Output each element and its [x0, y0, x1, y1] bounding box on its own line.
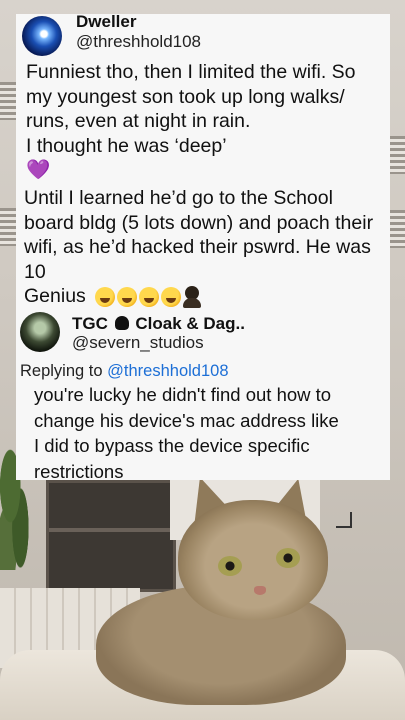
- avatar[interactable]: [22, 16, 62, 56]
- reply-line: change his device's mac address like: [34, 409, 339, 431]
- shelf: [46, 480, 176, 592]
- reply-handle[interactable]: @severn_studios: [72, 333, 204, 353]
- cat-eye-right: [276, 548, 300, 568]
- tweet-line: board bldg (5 lots down) and poach their: [24, 211, 374, 234]
- reply-text: you're lucky he didn't find out how to c…: [34, 382, 339, 484]
- cat-nose: [254, 586, 266, 595]
- hood-icon: [114, 316, 129, 330]
- cat-head: [178, 500, 328, 620]
- reply-name-text: TGC: [72, 314, 108, 333]
- display-name[interactable]: Dweller: [76, 12, 136, 32]
- tweet-line: runs, even at night in rain.: [26, 110, 251, 132]
- light-switch: [336, 512, 352, 528]
- cat-eye-left: [218, 556, 242, 576]
- tweet-card[interactable]: Dweller @threshhold108 Funniest tho, the…: [16, 12, 390, 309]
- tweet-line: Funniest tho, then I limited the wifi. S…: [26, 61, 356, 83]
- rofl-emoji-icon: [95, 287, 116, 308]
- tweet-line: Until I learned he’d go to the School: [24, 187, 333, 209]
- rofl-emoji-icon: [139, 287, 160, 308]
- reply-name-suffix: Cloak & Dag..: [135, 314, 245, 333]
- tweet-line: 10: [24, 260, 46, 283]
- reply-line: you're lucky he didn't find out how to: [34, 384, 332, 405]
- replying-mention-link[interactable]: @threshhold108: [107, 362, 228, 380]
- emoji-row: [95, 285, 202, 310]
- reply-display-name[interactable]: TGC Cloak & Dag..: [72, 314, 245, 334]
- tweet-closing-line: Genius: [24, 284, 373, 309]
- rofl-emoji-icon: [117, 287, 138, 308]
- facepalm-emoji-icon: [183, 286, 202, 309]
- tweet-line: I thought he was ‘deep’: [26, 134, 227, 157]
- replying-to: Replying to @threshhold108: [20, 362, 229, 381]
- tweet-text: Funniest tho, then I limited the wifi. S…: [26, 60, 356, 183]
- rofl-emoji-icon: [161, 287, 182, 308]
- closing-word: Genius: [24, 285, 86, 307]
- tweet-text-continued: Until I learned he’d go to the School bo…: [24, 186, 373, 309]
- user-handle[interactable]: @threshhold108: [76, 32, 201, 52]
- reply-line: restrictions: [34, 460, 124, 482]
- tweet-line: wifi, as he’d hacked their pswrd. He was: [24, 236, 371, 258]
- tweet-line: my youngest son took up long walks/: [26, 85, 345, 108]
- replying-prefix: Replying to: [20, 362, 103, 380]
- reply-line: I did to bypass the device specific: [34, 435, 310, 456]
- purple-heart-icon: 💜: [26, 159, 51, 181]
- reply-avatar[interactable]: [20, 312, 60, 352]
- reply-card[interactable]: TGC Cloak & Dag.. @severn_studios Replyi…: [16, 308, 390, 482]
